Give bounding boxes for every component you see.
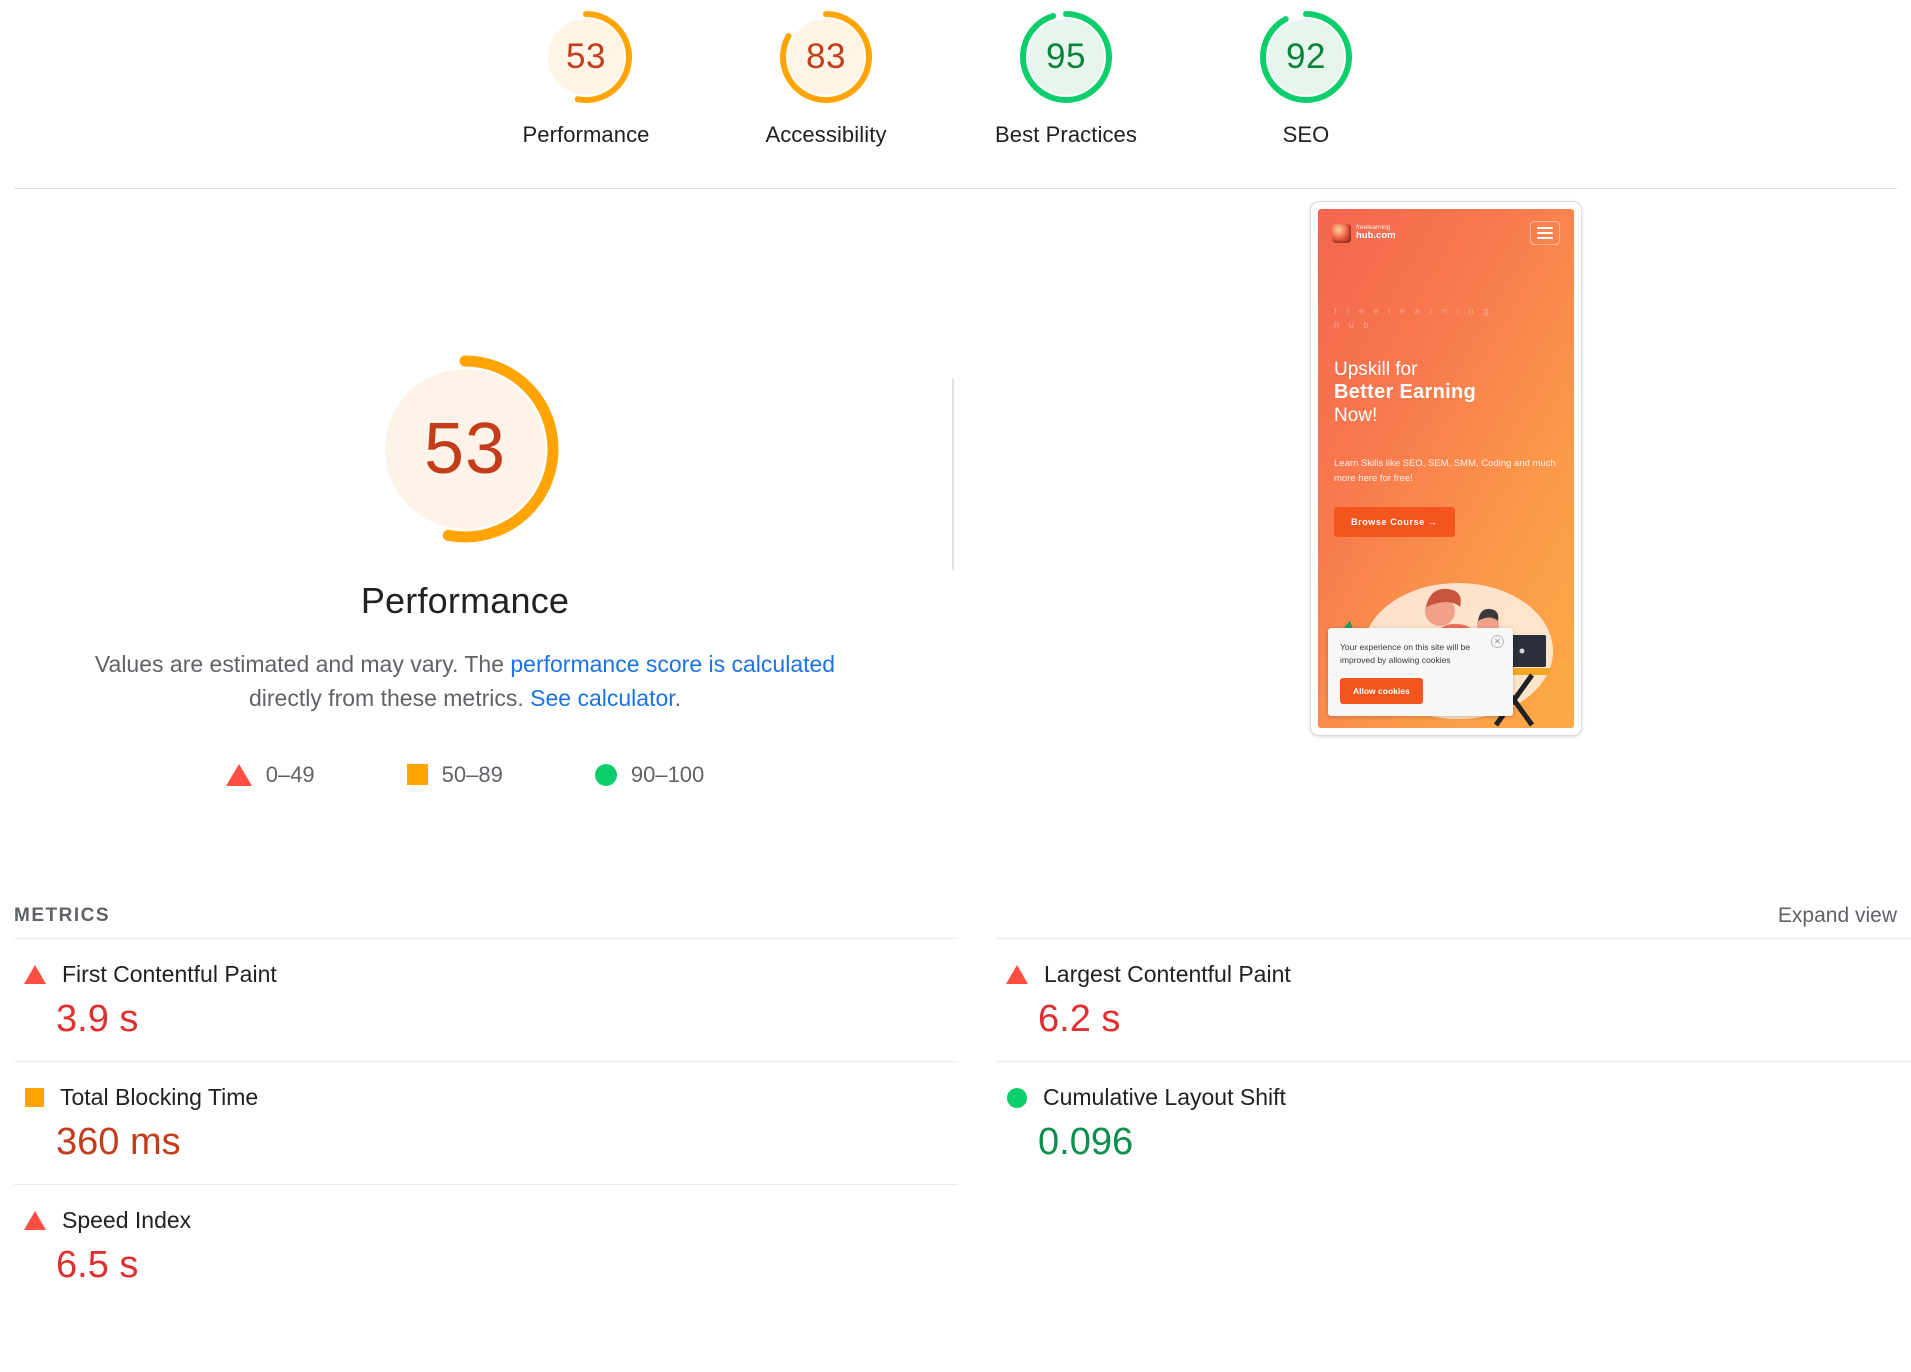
gauge-small-accessibility: 83	[740, 6, 912, 108]
summary-score-accessibility: 83	[806, 37, 846, 76]
metric-value: 0.096	[1038, 1121, 1134, 1163]
legend-range-average: 50–89	[441, 761, 503, 787]
summary-item-accessibility[interactable]: 83 Accessibility	[740, 6, 912, 186]
metric-value: 6.2 s	[1038, 998, 1121, 1040]
thumb-subtext: Learn Skills like SEO, SEM, SMM, Coding …	[1334, 458, 1556, 485]
metric-value: 6.5 s	[56, 1244, 139, 1286]
metric-label: Cumulative Layout Shift	[1043, 1084, 1286, 1110]
metric-value: 360 ms	[56, 1121, 181, 1163]
hamburger-menu-icon	[1530, 221, 1560, 245]
metric-placeholder	[996, 1184, 1911, 1307]
score-summary: 53 Performance 83 Accessibility 95 Best …	[0, 0, 1911, 186]
thumb-browse-course-button: Browse Course →	[1334, 507, 1455, 537]
desc-text-3: .	[674, 684, 682, 711]
pagespeed-report: 53 Performance 83 Accessibility 95 Best …	[0, 0, 1911, 1372]
performance-score: 53	[423, 409, 507, 489]
see-calculator-link[interactable]: See calculator	[530, 685, 674, 711]
metric-largest-contentful-paint[interactable]: Largest Contentful Paint 6.2 s	[996, 938, 1911, 1061]
legend-item-good: 90–100	[594, 761, 705, 788]
page-screenshot-thumbnail[interactable]: freelearning hub.com f r e e l e a r n i…	[1310, 201, 1582, 736]
thumb-brand-line1: freelearning	[1356, 223, 1391, 231]
summary-item-best-practices[interactable]: 95 Best Practices	[980, 6, 1152, 186]
summary-label-best-practices: Best Practices	[994, 122, 1137, 147]
square-orange-icon	[25, 1088, 44, 1107]
thumb-ghost-text: f r e e l e a r n i n g h u b .	[1334, 305, 1554, 332]
performance-gauge-panel: 53 Performance Values are estimated and …	[0, 186, 930, 788]
phone-screen: freelearning hub.com f r e e l e a r n i…	[1318, 209, 1574, 728]
desc-text-2: directly from these metrics.	[248, 684, 531, 711]
triangle-red-icon	[225, 763, 252, 786]
legend-item-average: 50–89	[406, 761, 503, 788]
thumb-headline-line3: Now!	[1334, 405, 1378, 426]
summary-score-seo: 92	[1286, 37, 1326, 76]
metrics-grid: First Contentful Paint 3.9 s Largest Con…	[0, 938, 1911, 1307]
metric-value: 3.9 s	[56, 998, 139, 1040]
gauge-small-best-practices: 95	[980, 6, 1152, 108]
metrics-section: METRICS Expand view First Contentful Pai…	[0, 894, 1911, 1307]
panel-divider	[952, 378, 954, 570]
metric-label: Largest Contentful Paint	[1044, 961, 1291, 987]
thumb-logo: freelearning hub.com	[1332, 223, 1396, 243]
square-orange-icon	[406, 764, 428, 786]
legend-range-poor: 0–49	[265, 761, 315, 787]
cube-logo-icon	[1332, 223, 1351, 243]
metric-speed-index[interactable]: Speed Index 6.5 s	[14, 1184, 958, 1307]
expand-view-button[interactable]: Expand view	[1778, 904, 1897, 928]
phone-frame: freelearning hub.com f r e e l e a r n i…	[1310, 201, 1582, 736]
gauge-small-seo: 92	[1220, 6, 1392, 108]
metric-cumulative-layout-shift[interactable]: Cumulative Layout Shift 0.096	[996, 1061, 1911, 1184]
metrics-header: METRICS Expand view	[0, 894, 1911, 938]
metric-label: Total Blocking Time	[60, 1084, 259, 1110]
legend-range-good: 90–100	[630, 761, 705, 787]
thumb-allow-cookies-button: Allow cookies	[1340, 678, 1423, 704]
metrics-title: METRICS	[14, 905, 110, 926]
triangle-red-icon	[24, 965, 46, 984]
metric-label: First Contentful Paint	[62, 961, 277, 987]
summary-label-seo: SEO	[1282, 122, 1330, 147]
summary-score-best-practices: 95	[1046, 37, 1086, 76]
summary-item-seo[interactable]: 92 SEO	[1220, 6, 1392, 186]
thumb-headline-line2: Better Earning	[1334, 381, 1477, 404]
summary-item-performance[interactable]: 53 Performance	[500, 6, 672, 186]
summary-score-performance: 53	[566, 37, 606, 76]
thumb-ghost-line2: h u b .	[1334, 319, 1385, 330]
gauge-large-performance: 53	[0, 346, 930, 552]
triangle-red-icon	[1006, 965, 1028, 984]
metric-label: Speed Index	[62, 1207, 192, 1233]
thumb-ghost-line1: f r e e l e a r n i n g	[1334, 306, 1492, 316]
legend-item-poor: 0–49	[225, 761, 315, 788]
thumb-headline-line1: Upskill for	[1334, 359, 1418, 380]
metric-first-contentful-paint[interactable]: First Contentful Paint 3.9 s	[14, 938, 958, 1061]
gauge-small-performance: 53	[500, 6, 672, 108]
performance-description: Values are estimated and may vary. The p…	[65, 648, 865, 716]
summary-label-accessibility: Accessibility	[765, 122, 887, 147]
score-legend: 0–49 50–89 90–100	[0, 762, 930, 788]
thumb-cookie-text: Your experience on this site will be imp…	[1340, 641, 1471, 665]
triangle-red-icon	[24, 1211, 46, 1230]
summary-label-performance: Performance	[522, 122, 650, 147]
metric-total-blocking-time[interactable]: Total Blocking Time 360 ms	[14, 1061, 958, 1184]
circle-green-icon	[1007, 1087, 1027, 1108]
performance-score-link[interactable]: performance score is calculated	[510, 651, 835, 677]
thumb-headline: Upskill for Better Earning Now!	[1334, 359, 1476, 427]
circle-green-icon	[594, 763, 617, 786]
thumb-cookie-banner: ✕ Your experience on this site will be i…	[1328, 627, 1513, 716]
thumb-brand-line2: hub.com	[1356, 230, 1396, 242]
thumb-site-header: freelearning hub.com	[1332, 221, 1560, 245]
performance-hero: 53 Performance Values are estimated and …	[0, 186, 1911, 892]
page-title: Performance	[360, 580, 570, 621]
close-icon: ✕	[1491, 634, 1504, 648]
desc-text-1: Values are estimated and may vary. The	[94, 651, 511, 677]
